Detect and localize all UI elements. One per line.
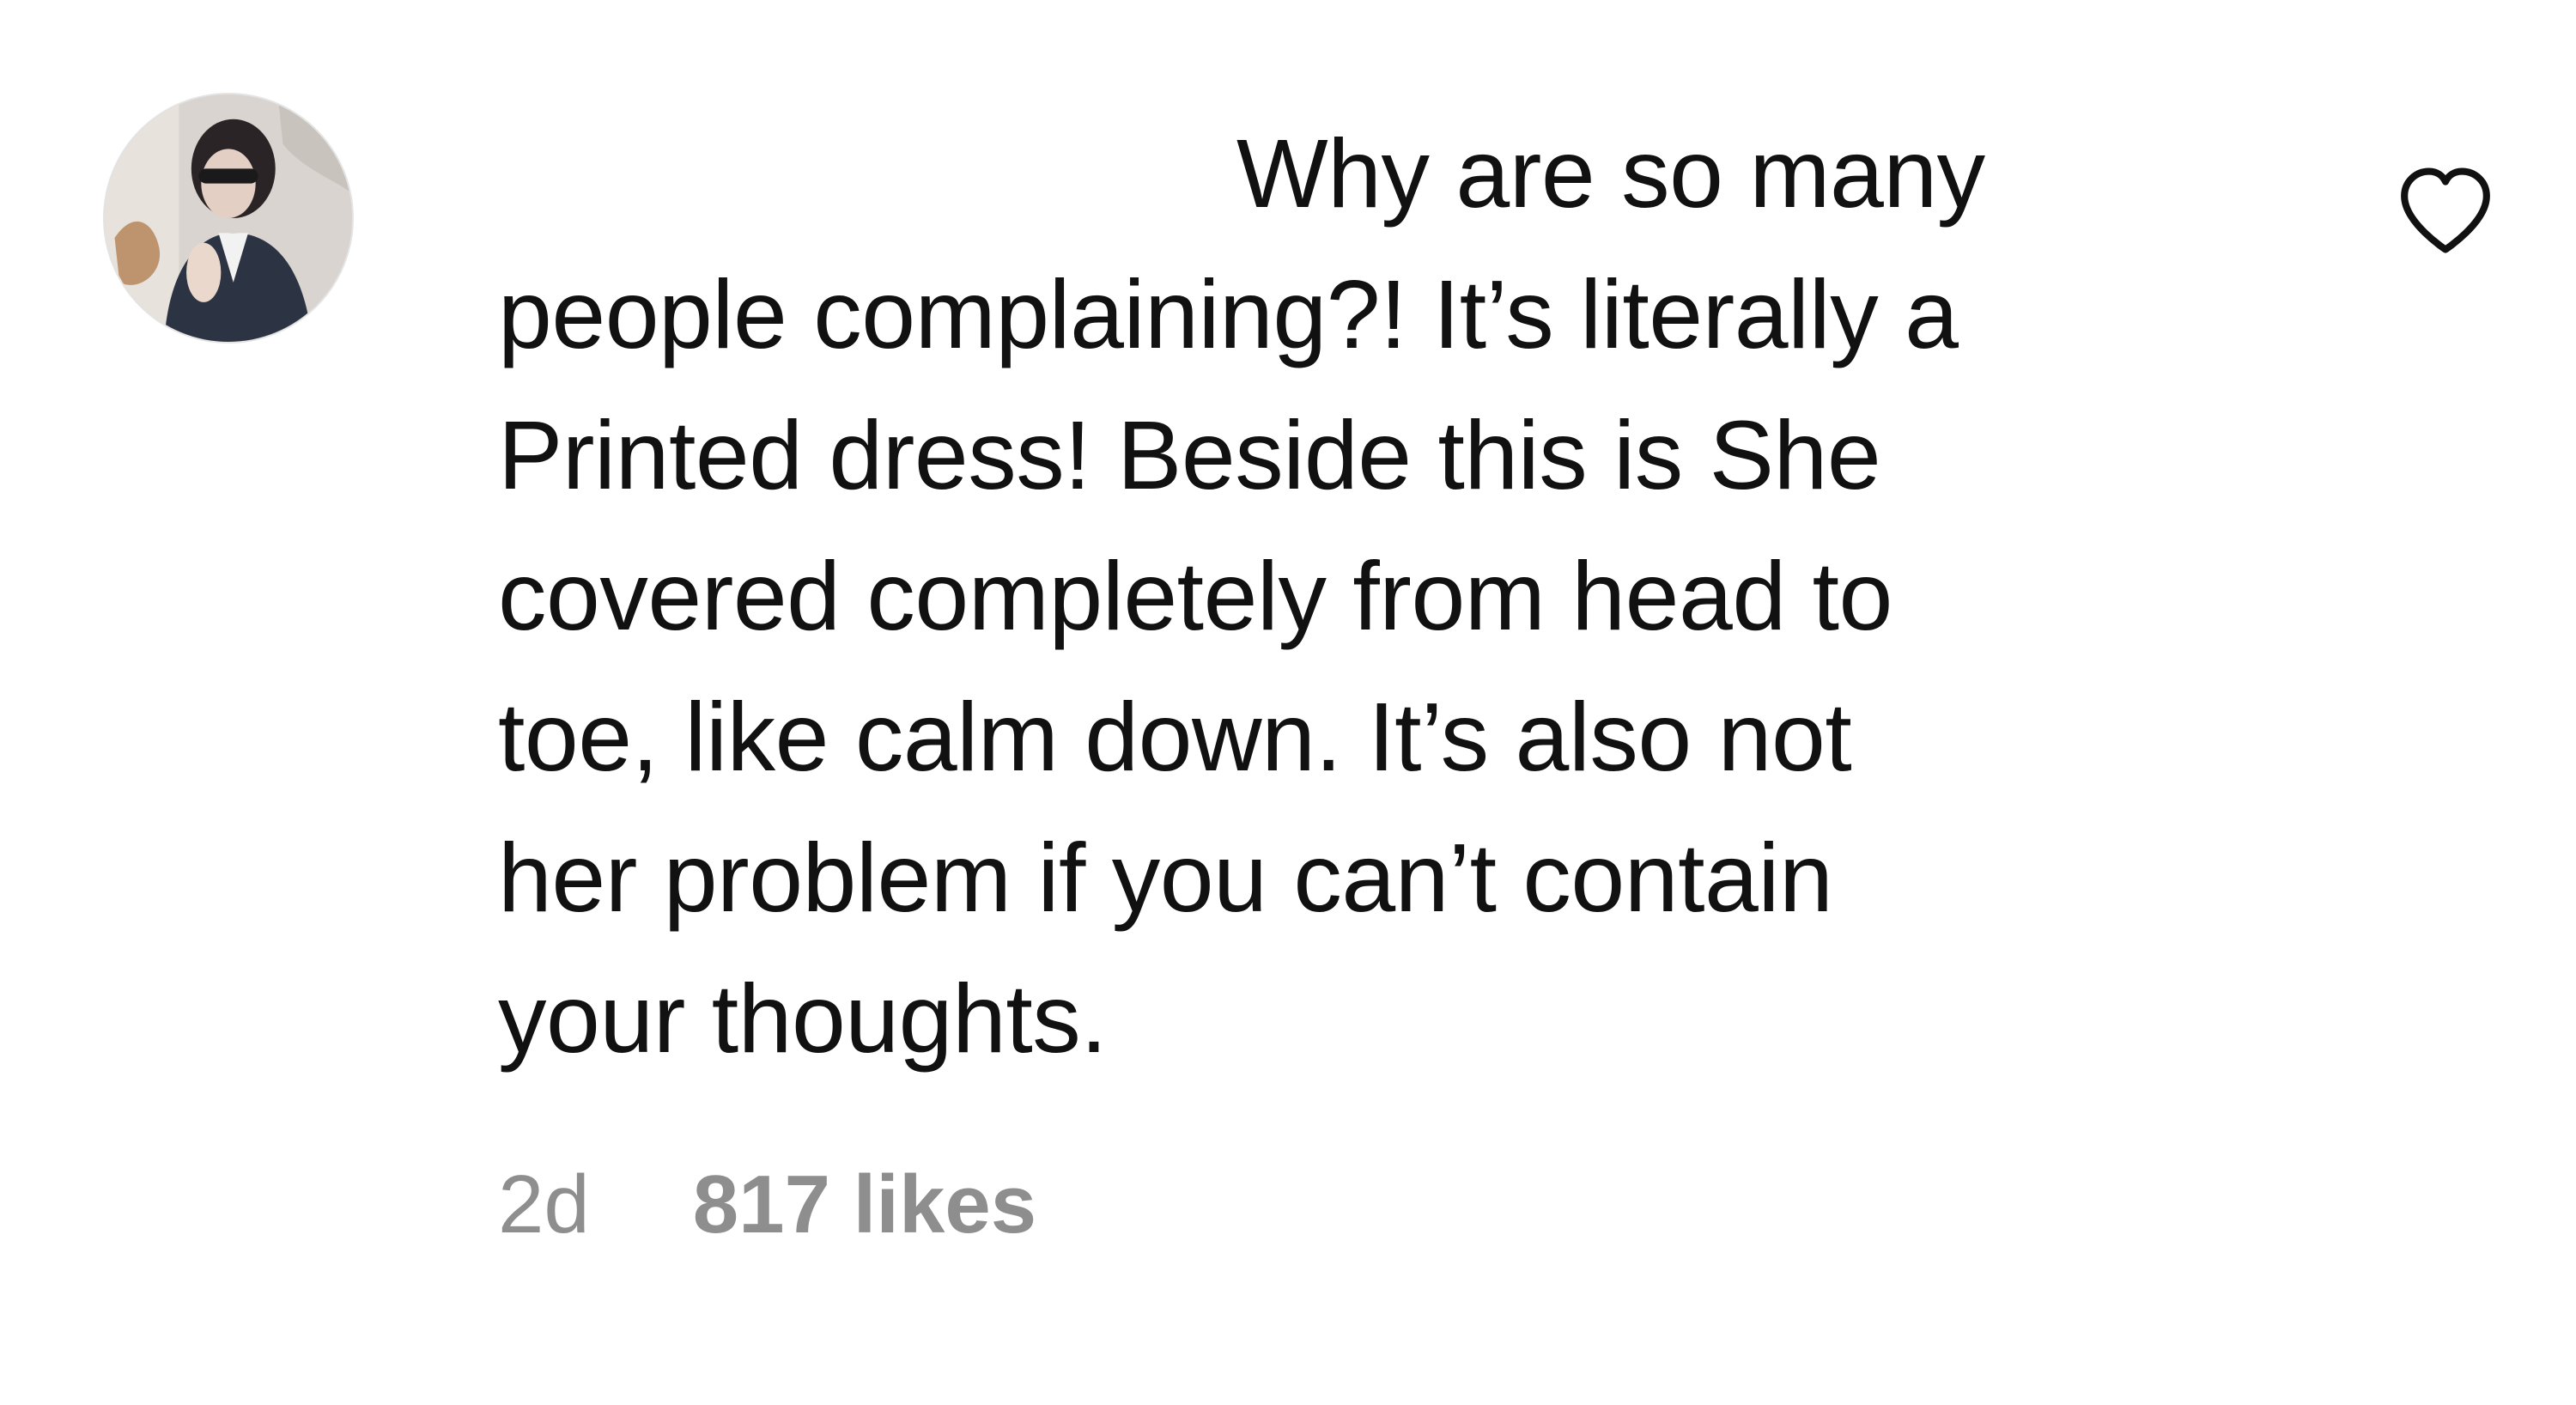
avatar[interactable] — [103, 93, 354, 344]
comment-text: Why are so many people complaining?! It’… — [498, 103, 2318, 1089]
comment-text-line: Why are so many — [1236, 119, 1985, 228]
comment-text-line: Printed dress! Beside this is She — [498, 401, 1881, 509]
comment-text-line: her problem if you can’t contain — [498, 824, 1833, 932]
comment-meta: 2d 817 likes — [498, 1158, 1036, 1252]
comment-item: Why are so many people complaining?! It’… — [0, 0, 2576, 1405]
like-button[interactable] — [2396, 163, 2495, 258]
likes-count[interactable]: 817 likes — [693, 1158, 1036, 1252]
heart-outline-icon — [2401, 167, 2490, 253]
comment-text-line: people complaining?! It’s literally a — [498, 260, 1959, 368]
comment-text-line: your thoughts. — [498, 964, 1108, 1073]
comment-text-line: toe, like calm down. It’s also not — [498, 683, 1852, 791]
avatar-image — [105, 94, 352, 342]
comment-text-line: covered completely from head to — [498, 542, 1893, 650]
comment-timestamp: 2d — [498, 1159, 590, 1250]
comment-body: Why are so many people complaining?! It’… — [498, 103, 2318, 1089]
